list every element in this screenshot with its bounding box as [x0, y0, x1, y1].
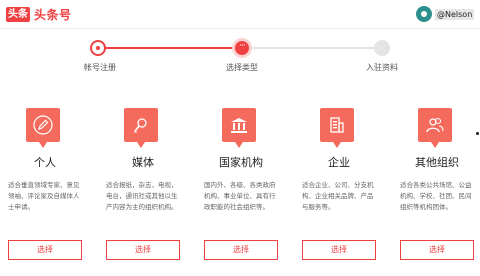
step-1-done-icon — [90, 40, 106, 56]
card-description: 适合垂直领域专家、意见领袖、评论家及自媒体人士申请。 — [8, 181, 80, 211]
type-card-personal: 个人 适合垂直领域专家、意见领袖、评论家及自媒体人士申请。 选择 — [8, 108, 82, 260]
card-description: 适合报纸，杂志，电视，电台，通讯社或其他以生产内容为主的组织机构。 — [106, 181, 178, 211]
step-label-entry-info: 入驻资料 — [366, 63, 398, 72]
step-label-select-type: 选择类型 — [226, 63, 258, 72]
select-media-button[interactable]: 选择 — [106, 240, 180, 260]
step-label-register: 帐号注册 — [84, 63, 116, 72]
card-title: 国家机构 — [219, 156, 263, 169]
logo-box: 头条 — [6, 6, 30, 22]
pencil-icon — [26, 108, 60, 148]
type-card-enterprise: 企业 适合企业、公司、分支机构、企业相关品牌、产品与服务等。 选择 — [302, 108, 376, 260]
logo-text: 头条号 — [34, 7, 72, 22]
card-title: 企业 — [328, 156, 350, 169]
step-3-todo-icon — [374, 40, 390, 56]
progress-line-todo — [242, 47, 382, 49]
microphone-icon — [124, 108, 158, 148]
card-title: 其他组织 — [415, 156, 459, 169]
card-description: 国内外、各级、各类政府机构、事业单位、具有行政职能的社会组织等。 — [204, 181, 276, 211]
toutiao-logo[interactable]: 头条 头条号 — [6, 6, 72, 22]
card-title: 个人 — [34, 156, 56, 169]
card-description: 适合企业、公司、分支机构、企业相关品牌、产品与服务等。 — [302, 181, 374, 211]
people-icon — [418, 108, 452, 148]
user-menu[interactable]: @Nelson — [416, 6, 475, 22]
avatar[interactable] — [416, 6, 432, 22]
type-card-other-org: 其他组织 适合各类公共场馆、公益机构、学校、社团、民间组织等机构团体。 选择 — [400, 108, 474, 260]
progress-line-done — [98, 47, 242, 49]
type-card-government: 国家机构 国内外、各级、各类政府机构、事业单位、具有行政职能的社会组织等。 选择 — [204, 108, 278, 260]
scroll-dot — [476, 132, 479, 135]
select-enterprise-button[interactable]: 选择 — [302, 240, 376, 260]
registration-progress: ··· 帐号注册 选择类型 入驻资料 — [0, 34, 480, 74]
card-title: 媒体 — [132, 156, 154, 169]
select-government-button[interactable]: 选择 — [204, 240, 278, 260]
step-2-current-icon: ··· — [232, 38, 252, 58]
government-building-icon — [222, 108, 256, 148]
select-personal-button[interactable]: 选择 — [8, 240, 82, 260]
select-other-org-button[interactable]: 选择 — [400, 240, 474, 260]
company-building-icon — [320, 108, 354, 148]
card-description: 适合各类公共场馆、公益机构、学校、社团、民间组织等机构团体。 — [400, 181, 472, 211]
top-header: 头条 头条号 @Nelson — [0, 0, 480, 29]
type-card-media: 媒体 适合报纸，杂志，电视，电台，通讯社或其他以生产内容为主的组织机构。 选择 — [106, 108, 180, 260]
user-name[interactable]: @Nelson — [435, 8, 475, 20]
